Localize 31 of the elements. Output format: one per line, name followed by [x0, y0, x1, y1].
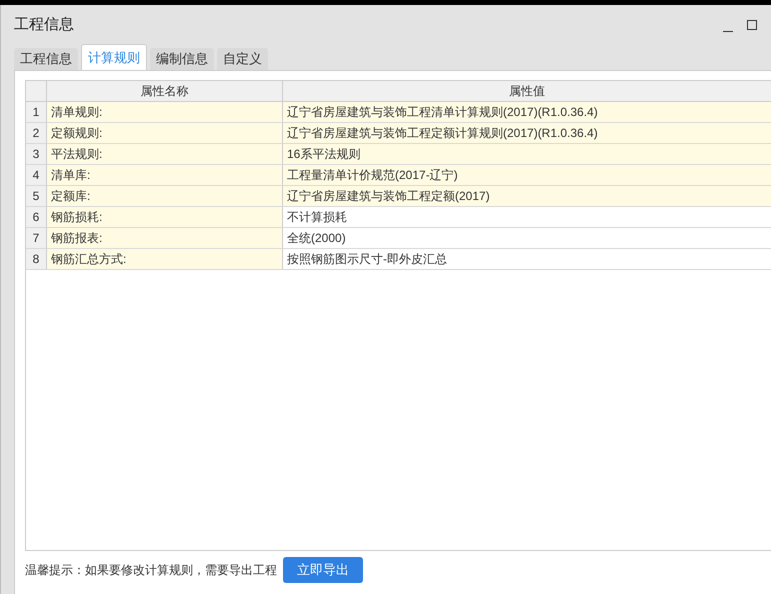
- row-number: 1: [26, 102, 47, 122]
- table-cell: 16系平法规则: [283, 144, 771, 164]
- window-title: 工程信息: [14, 14, 74, 35]
- table-cell: 钢筋汇总方式:: [47, 249, 283, 269]
- tab[interactable]: 自定义: [217, 48, 268, 70]
- table-cell: 平法规则:: [47, 144, 283, 164]
- row-number: 2: [26, 123, 47, 143]
- export-button[interactable]: 立即导出: [283, 557, 363, 583]
- row-number: 6: [26, 207, 47, 227]
- table-cell: 清单库:: [47, 165, 283, 185]
- table-cell: 钢筋报表:: [47, 228, 283, 248]
- table-cell: 辽宁省房屋建筑与装饰工程定额计算规则(2017)(R1.0.36.4): [283, 123, 771, 143]
- column-header: 属性值: [508, 83, 546, 100]
- maximize-icon[interactable]: [747, 20, 757, 30]
- tab[interactable]: 工程信息: [14, 48, 78, 70]
- table-cell: 定额规则:: [47, 123, 283, 143]
- row-number: 4: [26, 165, 47, 185]
- row-number: 5: [26, 186, 47, 206]
- tab[interactable]: 计算规则: [81, 44, 147, 70]
- table-cell: 工程量清单计价规范(2017-辽宁): [283, 165, 771, 185]
- table-cell: 辽宁省房屋建筑与装饰工程清单计算规则(2017)(R1.0.36.4): [283, 102, 771, 122]
- table-cell: 辽宁省房屋建筑与装饰工程定额(2017): [283, 186, 771, 206]
- tab[interactable]: 编制信息: [150, 48, 214, 70]
- table-cell: 定额库:: [47, 186, 283, 206]
- row-number: 7: [26, 228, 47, 248]
- table-cell: 清单规则:: [47, 102, 283, 122]
- column-header: 属性名称: [47, 81, 283, 101]
- hint-text: 温馨提示：如果要修改计算规则，需要导出工程: [25, 562, 277, 579]
- table-cell: 钢筋损耗:: [47, 207, 283, 227]
- row-number: 3: [26, 144, 47, 164]
- row-number: 8: [26, 249, 47, 269]
